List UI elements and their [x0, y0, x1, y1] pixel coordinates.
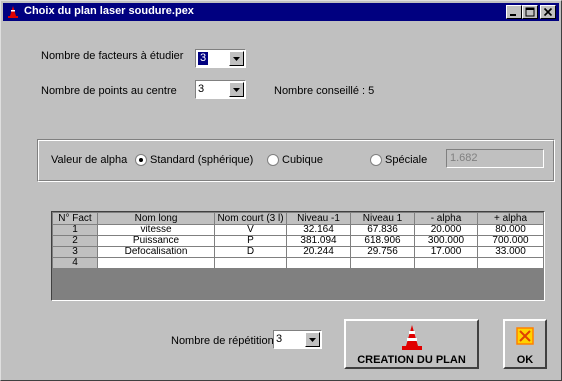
repetitions-select[interactable]: 3: [273, 330, 322, 349]
table-row[interactable]: 3 Defocalisation D 20.244 29.756 17.000 …: [52, 246, 544, 258]
check-box-icon: [516, 327, 534, 345]
factors-select[interactable]: 3: [195, 49, 246, 68]
chevron-down-icon: [233, 88, 240, 92]
create-plan-label: CREATION DU PLAN: [357, 354, 466, 366]
table-cell[interactable]: P: [214, 235, 287, 247]
center-points-value: 3: [198, 83, 205, 95]
repetitions-dropdown-button[interactable]: [305, 332, 320, 347]
maximize-button[interactable]: [522, 5, 538, 19]
table-cell[interactable]: 80.000: [477, 224, 544, 236]
radio-checked-icon[interactable]: [135, 154, 147, 166]
minimize-button[interactable]: [506, 5, 522, 19]
table-cell[interactable]: [477, 257, 544, 269]
table-cell[interactable]: 20.244: [286, 246, 351, 258]
table-cell[interactable]: 4: [52, 257, 98, 269]
ok-button[interactable]: OK: [503, 319, 547, 369]
table-cell[interactable]: D: [214, 246, 287, 258]
center-points-advice: Nombre conseillé : 5: [274, 85, 375, 97]
chevron-down-icon: [309, 338, 316, 342]
window-title: Choix du plan laser soudure.pex: [24, 5, 194, 17]
table-header-row: N° Fact Nom long Nom court (3 l) Niveau …: [52, 212, 544, 225]
alpha-label: Valeur de alpha: [51, 154, 128, 166]
table-cell[interactable]: V: [214, 224, 287, 236]
radio-unchecked-icon[interactable]: [370, 154, 382, 166]
alpha-option-label: Spéciale: [385, 154, 428, 166]
table-cell[interactable]: 32.164: [286, 224, 351, 236]
table-cell[interactable]: 20.000: [414, 224, 478, 236]
factors-value: 3: [198, 52, 209, 65]
column-header[interactable]: + alpha: [477, 212, 544, 225]
column-header[interactable]: Nom long: [97, 212, 215, 225]
title-bar[interactable]: Choix du plan laser soudure.pex: [3, 3, 559, 21]
center-points-dropdown-button[interactable]: [229, 82, 244, 97]
alpha-option-label: Standard (sphérique): [150, 154, 254, 166]
table-cell[interactable]: 2: [52, 235, 98, 247]
center-points-select[interactable]: 3: [195, 80, 246, 99]
table-cell[interactable]: 1: [52, 224, 98, 236]
radio-unchecked-icon[interactable]: [267, 154, 279, 166]
maximize-icon: [525, 7, 535, 17]
table-cell[interactable]: [214, 257, 287, 269]
table-cell[interactable]: [286, 257, 351, 269]
table-cell[interactable]: 381.094: [286, 235, 351, 247]
column-header[interactable]: Niveau -1: [286, 212, 351, 225]
table-cell[interactable]: [350, 257, 415, 269]
column-header[interactable]: Niveau 1: [350, 212, 415, 225]
column-header[interactable]: N° Fact: [52, 212, 98, 225]
repetitions-value: 3: [276, 333, 283, 345]
factor-grid[interactable]: N° Fact Nom long Nom court (3 l) Niveau …: [51, 211, 545, 301]
ok-label: OK: [516, 354, 534, 366]
table-cell[interactable]: vitesse: [97, 224, 215, 236]
close-icon: [543, 7, 553, 17]
factors-dropdown-button[interactable]: [229, 51, 244, 66]
table-cell[interactable]: 67.836: [350, 224, 415, 236]
center-points-label: Nombre de points au centre: [41, 85, 177, 97]
table-cell[interactable]: 3: [52, 246, 98, 258]
repetitions-label: Nombre de répétitions: [171, 335, 280, 347]
table-cell[interactable]: 618.906: [350, 235, 415, 247]
table-cell[interactable]: [414, 257, 478, 269]
table-cell[interactable]: Puissance: [97, 235, 215, 247]
table-cell[interactable]: Defocalisation: [97, 246, 215, 258]
table-cell[interactable]: 300.000: [414, 235, 478, 247]
alpha-special-value: 1.682: [450, 152, 478, 164]
column-header[interactable]: Nom court (3 l): [214, 212, 287, 225]
minimize-icon: [510, 14, 516, 16]
table-row[interactable]: 1 vitesse V 32.164 67.836 20.000 80.000: [52, 224, 544, 236]
table-cell[interactable]: 17.000: [414, 246, 478, 258]
table-cell[interactable]: 33.000: [477, 246, 544, 258]
cone-icon: [402, 325, 422, 350]
column-header[interactable]: - alpha: [414, 212, 478, 225]
dialog-window: Choix du plan laser soudure.pex Nombre d…: [0, 0, 562, 381]
alpha-special-input[interactable]: 1.682: [446, 149, 544, 168]
create-plan-button[interactable]: CREATION DU PLAN: [344, 319, 479, 369]
table-cell[interactable]: [97, 257, 215, 269]
table-cell[interactable]: 29.756: [350, 246, 415, 258]
alpha-option-label: Cubique: [282, 154, 323, 166]
table-cell[interactable]: 700.000: [477, 235, 544, 247]
table-row[interactable]: 4: [52, 257, 544, 269]
table-row[interactable]: 2 Puissance P 381.094 618.906 300.000 70…: [52, 235, 544, 247]
cone-icon: [8, 6, 18, 18]
factors-label: Nombre de facteurs à étudier: [41, 50, 184, 62]
chevron-down-icon: [233, 57, 240, 61]
close-button[interactable]: [540, 5, 556, 19]
factor-table: N° Fact Nom long Nom court (3 l) Niveau …: [52, 212, 544, 269]
